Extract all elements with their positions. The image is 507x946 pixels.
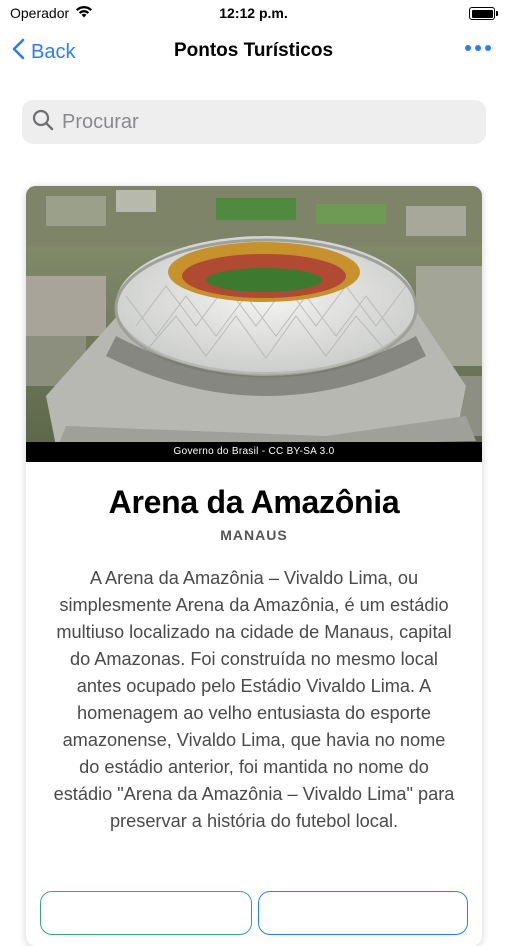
attraction-card[interactable]: Governo do Brasil - CC BY-SA 3.0 Arena d… [26,186,482,946]
status-bar: Operador 12:12 p.m. [0,0,507,28]
card-subtitle: MANAUS [220,527,288,543]
navigation-bar: Back Pontos Turísticos [0,28,507,78]
card-actions [40,891,468,935]
ellipsis-icon [465,45,471,51]
search-input[interactable] [60,109,460,135]
card-action-button-left[interactable] [40,891,252,935]
more-options-button[interactable] [465,45,491,51]
magnifier-icon [32,109,54,136]
card-description: A Arena da Amazônia – Vivaldo Lima, ou s… [53,568,455,831]
stadium-illustration [26,186,482,462]
status-time: 12:12 p.m. [219,5,288,21]
card-title: Arena da Amazônia [108,484,400,520]
stadium-photo: Governo do Brasil - CC BY-SA 3.0 [26,186,482,462]
battery-icon [469,7,498,20]
page-title: Pontos Turísticos [173,40,334,61]
search-bar [22,100,486,144]
card-action-button-right[interactable] [258,891,468,935]
image-credit: Governo do Brasil - CC BY-SA 3.0 [26,442,482,462]
